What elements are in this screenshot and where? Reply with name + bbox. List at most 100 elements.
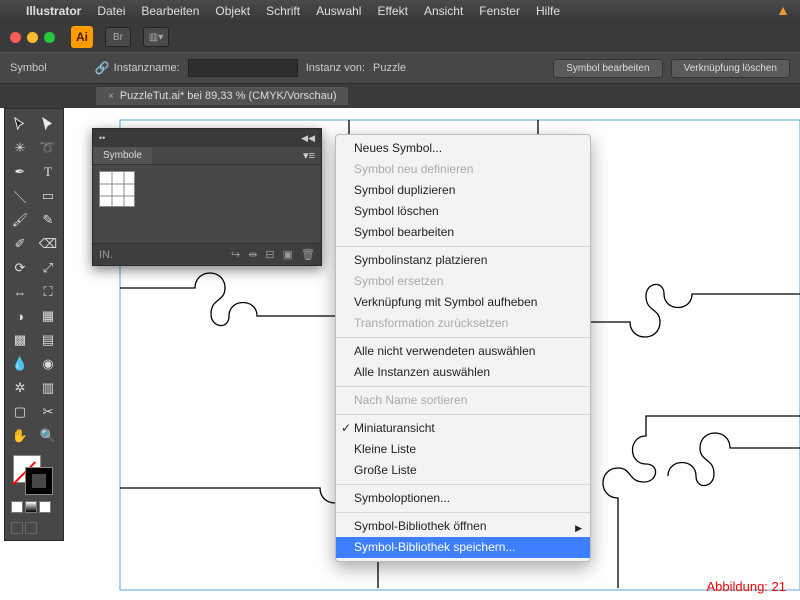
unlink-button[interactable]: Verknüpfung löschen: [671, 59, 790, 78]
menu-item[interactable]: Miniaturansicht: [336, 418, 590, 439]
menu-datei[interactable]: Datei: [97, 4, 125, 18]
symbol-options-icon[interactable]: ⊟: [265, 248, 274, 261]
free-transform-tool[interactable]: ⛶: [35, 281, 61, 303]
symbol-thumbnail[interactable]: [99, 171, 135, 207]
stroke-swatch[interactable]: [25, 467, 53, 495]
menu-auswahl[interactable]: Auswahl: [316, 4, 361, 18]
lasso-tool[interactable]: ➰: [35, 137, 61, 159]
close-window-button[interactable]: [10, 32, 21, 43]
menu-objekt[interactable]: Objekt: [215, 4, 250, 18]
fill-stroke-swatch[interactable]: [7, 453, 61, 497]
color-mode-gradient[interactable]: [25, 501, 37, 513]
width-tool[interactable]: ⇔: [7, 281, 33, 303]
magic-wand-tool[interactable]: ✳: [7, 137, 33, 159]
menu-separator: [336, 386, 590, 387]
pencil-tool[interactable]: ✎: [35, 209, 61, 231]
color-mode-solid[interactable]: [11, 501, 23, 513]
rotate-tool[interactable]: ⟳: [7, 257, 33, 279]
symbol-sprayer-tool[interactable]: ✲: [7, 377, 33, 399]
gradient-tool[interactable]: ▤: [35, 329, 61, 351]
menu-ansicht[interactable]: Ansicht: [424, 4, 463, 18]
artboard-tool[interactable]: ▢: [7, 401, 33, 423]
arrange-docs-button[interactable]: ▥▾: [143, 27, 169, 47]
library-menu-icon[interactable]: IN.: [99, 249, 113, 261]
hand-tool[interactable]: ✋: [7, 425, 33, 447]
pen-tool[interactable]: ✒: [7, 161, 33, 183]
menu-bearbeiten[interactable]: Bearbeiten: [141, 4, 199, 18]
app-titlebar: Ai Br ▥▾: [0, 22, 800, 52]
mesh-tool[interactable]: ▩: [7, 329, 33, 351]
menu-item[interactable]: Symbol duplizieren: [336, 180, 590, 201]
break-link-icon[interactable]: ⇹: [248, 248, 257, 261]
panel-footer: IN. ↪ ⇹ ⊟ ▣ 🗑: [93, 243, 321, 265]
menu-item[interactable]: Symbol-Bibliothek speichern...: [336, 537, 590, 558]
menu-item[interactable]: Alle nicht verwendeten auswählen: [336, 341, 590, 362]
perspective-tool[interactable]: ▦: [35, 305, 61, 327]
menu-item[interactable]: Symbol-Bibliothek öffnen: [336, 516, 590, 537]
instance-name-input[interactable]: [188, 59, 298, 77]
zoom-tool[interactable]: 🔍: [35, 425, 61, 447]
minimize-window-button[interactable]: [27, 32, 38, 43]
menu-effekt[interactable]: Effekt: [377, 4, 407, 18]
blend-tool[interactable]: ◉: [35, 353, 61, 375]
bridge-button[interactable]: Br: [105, 27, 131, 47]
menu-fenster[interactable]: Fenster: [479, 4, 520, 18]
rectangle-tool[interactable]: ▭: [35, 185, 61, 207]
menu-separator: [336, 484, 590, 485]
panel-tab-symbole[interactable]: Symbole: [93, 147, 152, 164]
type-tool[interactable]: T: [35, 161, 61, 183]
edit-symbol-button[interactable]: Symbol bearbeiten: [553, 59, 662, 78]
menu-schrift[interactable]: Schrift: [266, 4, 300, 18]
document-tab[interactable]: × PuzzleTut.ai* bei 89,33 % (CMYK/Vorsch…: [96, 87, 348, 105]
line-tool[interactable]: ＼: [7, 185, 33, 207]
app-icon: Ai: [71, 26, 93, 48]
scale-tool[interactable]: ⤢: [35, 257, 61, 279]
symbols-panel: ••◀◀ Symbole ▾≡ IN. ↪ ⇹ ⊟ ▣ 🗑: [92, 128, 322, 266]
close-tab-icon[interactable]: ×: [108, 91, 114, 102]
menu-item[interactable]: Kleine Liste: [336, 439, 590, 460]
instance-name-link-icon[interactable]: 🔗: [95, 61, 110, 75]
menu-separator: [336, 337, 590, 338]
new-symbol-icon[interactable]: ▣: [283, 248, 293, 261]
menu-item[interactable]: Verknüpfung mit Symbol aufheben: [336, 292, 590, 313]
document-tab-title: PuzzleTut.ai* bei 89,33 % (CMYK/Vorschau…: [120, 90, 337, 102]
screen-mode-normal[interactable]: [11, 522, 23, 534]
menu-item[interactable]: Große Liste: [336, 460, 590, 481]
menu-illustrator[interactable]: Illustrator: [26, 4, 81, 18]
notification-icon[interactable]: ▲: [776, 2, 790, 18]
screen-mode-full[interactable]: [25, 522, 37, 534]
panel-flyout-menu-icon[interactable]: ▾≡: [303, 149, 315, 162]
panel-body[interactable]: [93, 165, 321, 243]
menu-item: Symbol neu definieren: [336, 159, 590, 180]
menu-separator: [336, 414, 590, 415]
selection-tool[interactable]: [7, 113, 33, 135]
menu-item: Symbol ersetzen: [336, 271, 590, 292]
eyedropper-tool[interactable]: 💧: [7, 353, 33, 375]
menu-item[interactable]: Neues Symbol...: [336, 138, 590, 159]
menu-item[interactable]: Symbol löschen: [336, 201, 590, 222]
menu-item: Nach Name sortieren: [336, 390, 590, 411]
window-controls: [10, 32, 55, 43]
instance-of-value: Puzzle: [373, 62, 406, 74]
blob-brush-tool[interactable]: ✐: [7, 233, 33, 255]
slice-tool[interactable]: ✂: [35, 401, 61, 423]
delete-symbol-icon[interactable]: 🗑: [301, 248, 315, 261]
zoom-window-button[interactable]: [44, 32, 55, 43]
place-instance-icon[interactable]: ↪: [231, 248, 240, 261]
menu-item[interactable]: Symbolinstanz platzieren: [336, 250, 590, 271]
eraser-tool[interactable]: ⌫: [35, 233, 61, 255]
color-mode-none[interactable]: [39, 501, 51, 513]
menu-item: Transformation zurücksetzen: [336, 313, 590, 334]
paintbrush-tool[interactable]: 🖌: [7, 209, 33, 231]
menu-separator: [336, 512, 590, 513]
menu-hilfe[interactable]: Hilfe: [536, 4, 560, 18]
column-graph-tool[interactable]: ▥: [35, 377, 61, 399]
menu-item[interactable]: Symboloptionen...: [336, 488, 590, 509]
panel-header[interactable]: ••◀◀: [93, 129, 321, 147]
menu-item[interactable]: Symbol bearbeiten: [336, 222, 590, 243]
direct-selection-tool[interactable]: [35, 113, 61, 135]
shape-builder-tool[interactable]: ◑: [7, 305, 33, 327]
menu-item[interactable]: Alle Instanzen auswählen: [336, 362, 590, 383]
instance-name-label: Instanzname:: [114, 62, 180, 74]
panel-flyout-menu: Neues Symbol...Symbol neu definierenSymb…: [335, 134, 591, 562]
